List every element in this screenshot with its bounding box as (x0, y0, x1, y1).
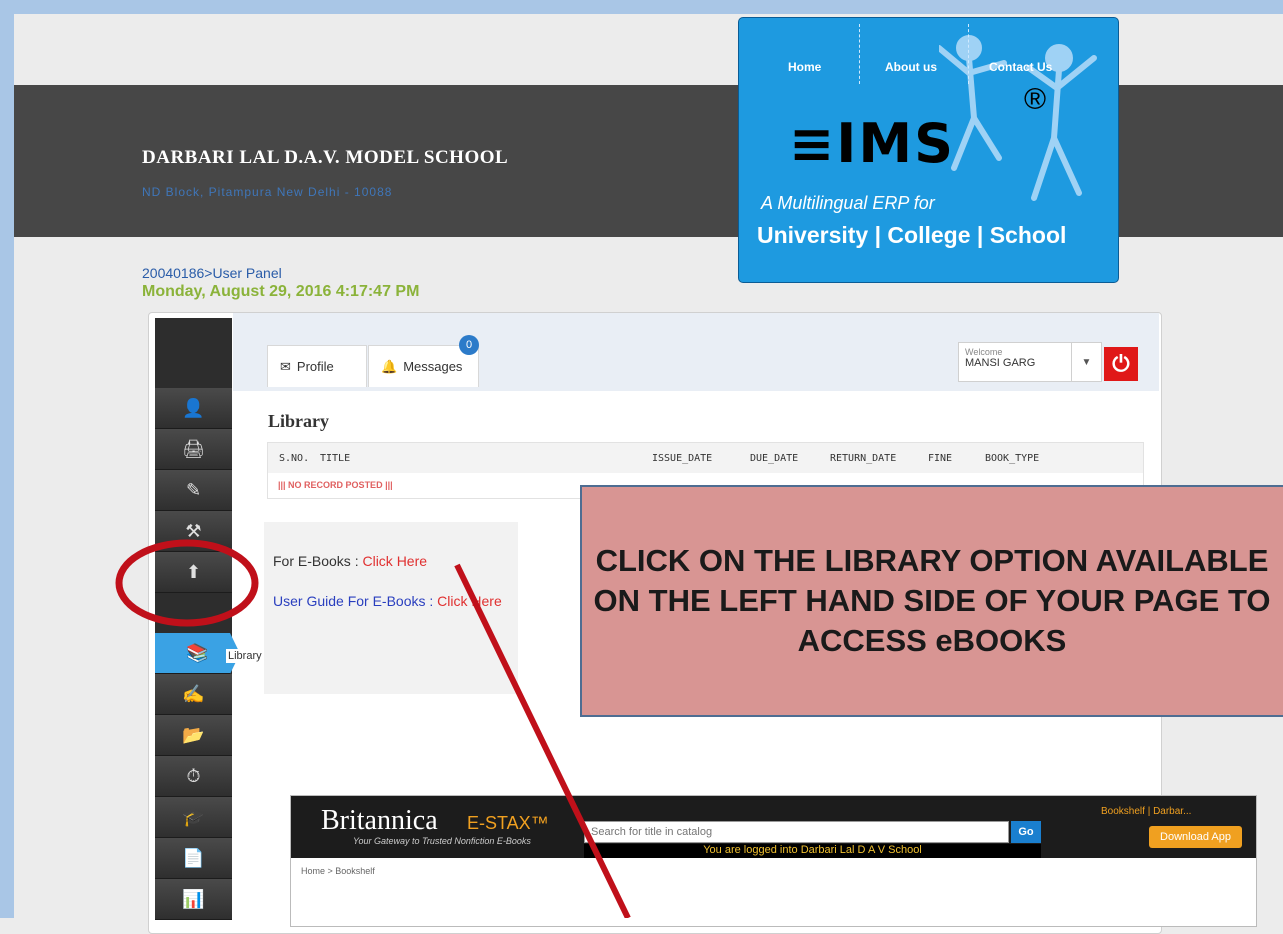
column-header: DUE_DATE (750, 453, 799, 464)
column-header: BOOK_TYPE (985, 453, 1040, 464)
chart-icon: 📊 (182, 888, 205, 909)
library-tooltip: Library (226, 649, 264, 663)
britannica-screenshot: Britannica E-STAX™ Your Gateway to Trust… (290, 795, 1257, 927)
mail-icon: ✉ (280, 358, 291, 374)
user-guide-line: User Guide For E-Books : Click Here (273, 593, 502, 609)
britannica-logo: Britannica (321, 805, 438, 836)
ebooks-click-here-link[interactable]: Click Here (362, 553, 427, 569)
chevron-down-icon: ▼ (1081, 356, 1092, 368)
download-app-button[interactable]: Download App (1149, 826, 1242, 848)
registered-icon: ® (1024, 83, 1047, 116)
user-guide-click-here-link[interactable]: Click Here (437, 593, 502, 609)
empty-message: ||| NO RECORD POSTED ||| (278, 480, 393, 490)
britannica-product: E-STAX™ (467, 813, 549, 833)
instruction-callout: CLICK ON THE LIBRARY OPTION AVAILABLE ON… (580, 485, 1283, 717)
pen-icon: ✎ (185, 479, 202, 500)
logo-tagline-1: A Multilingual ERP for (761, 193, 935, 213)
document-icon: 📄 (182, 847, 205, 868)
user-dropdown-button[interactable]: ▼ (1072, 342, 1102, 382)
welcome-label: Welcome (965, 347, 1003, 357)
clock-icon: ⏱ (186, 765, 201, 786)
power-icon: ⏻ (1112, 351, 1130, 376)
catalog-search-input[interactable] (584, 821, 1009, 843)
breadcrumb: 20040186>User Panel (142, 265, 282, 281)
nav-separator (859, 24, 860, 84)
edit-icon: ✍ (182, 683, 205, 704)
ebooks-label: For E-Books : (273, 553, 363, 569)
tab-profile[interactable]: ✉ Profile (267, 345, 367, 387)
column-header: S.NO. (279, 453, 310, 464)
student-icon: 👤 (182, 397, 205, 418)
column-header: ISSUE_DATE (652, 453, 713, 464)
sidebar-item-upload[interactable]: ⬆ (155, 552, 232, 593)
table-header: S.NO. TITLE ISSUE_DATE DUE_DATE RETURN_D… (268, 443, 1143, 473)
messages-count-badge: 0 (459, 335, 479, 355)
britannica-breadcrumb: Home > Bookshelf (301, 866, 375, 876)
tab-profile-label: Profile (296, 359, 334, 374)
arrow-up-icon: ⬆ (185, 561, 202, 582)
logo-nav-about[interactable]: About us (885, 60, 937, 74)
logged-in-status: You are logged into Darbari Lal D A V Sc… (584, 844, 1041, 858)
school-name: DARBARI LAL D.A.V. MODEL SCHOOL (142, 147, 509, 168)
britannica-header: Britannica E-STAX™ Your Gateway to Trust… (291, 796, 1256, 858)
column-header: TITLE (320, 453, 351, 464)
jumping-figures-icon (939, 35, 1097, 201)
datetime: Monday, August 29, 2016 4:17:47 PM (142, 283, 420, 300)
sidebar-item-exam[interactable]: ✎ (155, 470, 232, 511)
sidebar-item-course[interactable]: 🎓 (155, 797, 232, 838)
eims-brand: ≡IMS (789, 112, 955, 175)
welcome-box: Welcome MANSI GARG (958, 342, 1072, 382)
user-guide-label: User Guide For E-Books : (273, 593, 438, 609)
sidebar-item-homework[interactable]: ✍ (155, 674, 232, 715)
tool-icon: ⚒ (185, 520, 202, 541)
logo-tagline-2: University | College | School (757, 222, 1067, 248)
school-address: ND Block, Pitampura New Delhi - 10088 (142, 185, 393, 199)
sidebar-item-timetable[interactable]: ⏱ (155, 756, 232, 797)
sidebar-item-notice[interactable]: 📄 (155, 838, 232, 879)
sidebar-item-fees[interactable]: 🖨 (155, 429, 232, 470)
nav-separator (968, 24, 969, 84)
sidebar-item-documents[interactable]: 📂 (155, 715, 232, 756)
sidebar-item-reports[interactable]: 📊 (155, 879, 232, 920)
printer-icon: 🖨 (182, 438, 205, 459)
bell-icon: 🔔 (381, 358, 398, 374)
folder-icon: 📂 (182, 724, 205, 745)
column-header: RETURN_DATE (830, 453, 897, 464)
column-header: FINE (928, 453, 953, 464)
sidebar-item-student[interactable]: 👤 (155, 388, 232, 429)
user-name: MANSI GARG (965, 357, 1036, 369)
callout-text: CLICK ON THE LIBRARY OPTION AVAILABLE ON… (593, 543, 1271, 658)
britannica-subtitle: Your Gateway to Trusted Nonfiction E-Boo… (353, 836, 531, 846)
cap-icon: 🎓 (182, 806, 205, 827)
ebooks-line: For E-Books : Click Here (273, 553, 427, 569)
eims-logo-banner: Home About us Contact Us ≡IMS ® A Multil… (738, 17, 1119, 283)
logo-nav-contact[interactable]: Contact Us (989, 60, 1052, 74)
logout-button[interactable]: ⏻ (1104, 347, 1138, 381)
books-icon: 📚 (186, 642, 209, 663)
bookshelf-link[interactable]: Bookshelf | Darbar... (1101, 806, 1191, 817)
logo-nav-home[interactable]: Home (788, 60, 821, 74)
sidebar-item-transport[interactable]: ⚒ (155, 511, 232, 552)
go-button[interactable]: Go (1011, 821, 1041, 843)
page-title: Library (268, 411, 329, 431)
tab-messages-label: Messages (403, 359, 463, 374)
